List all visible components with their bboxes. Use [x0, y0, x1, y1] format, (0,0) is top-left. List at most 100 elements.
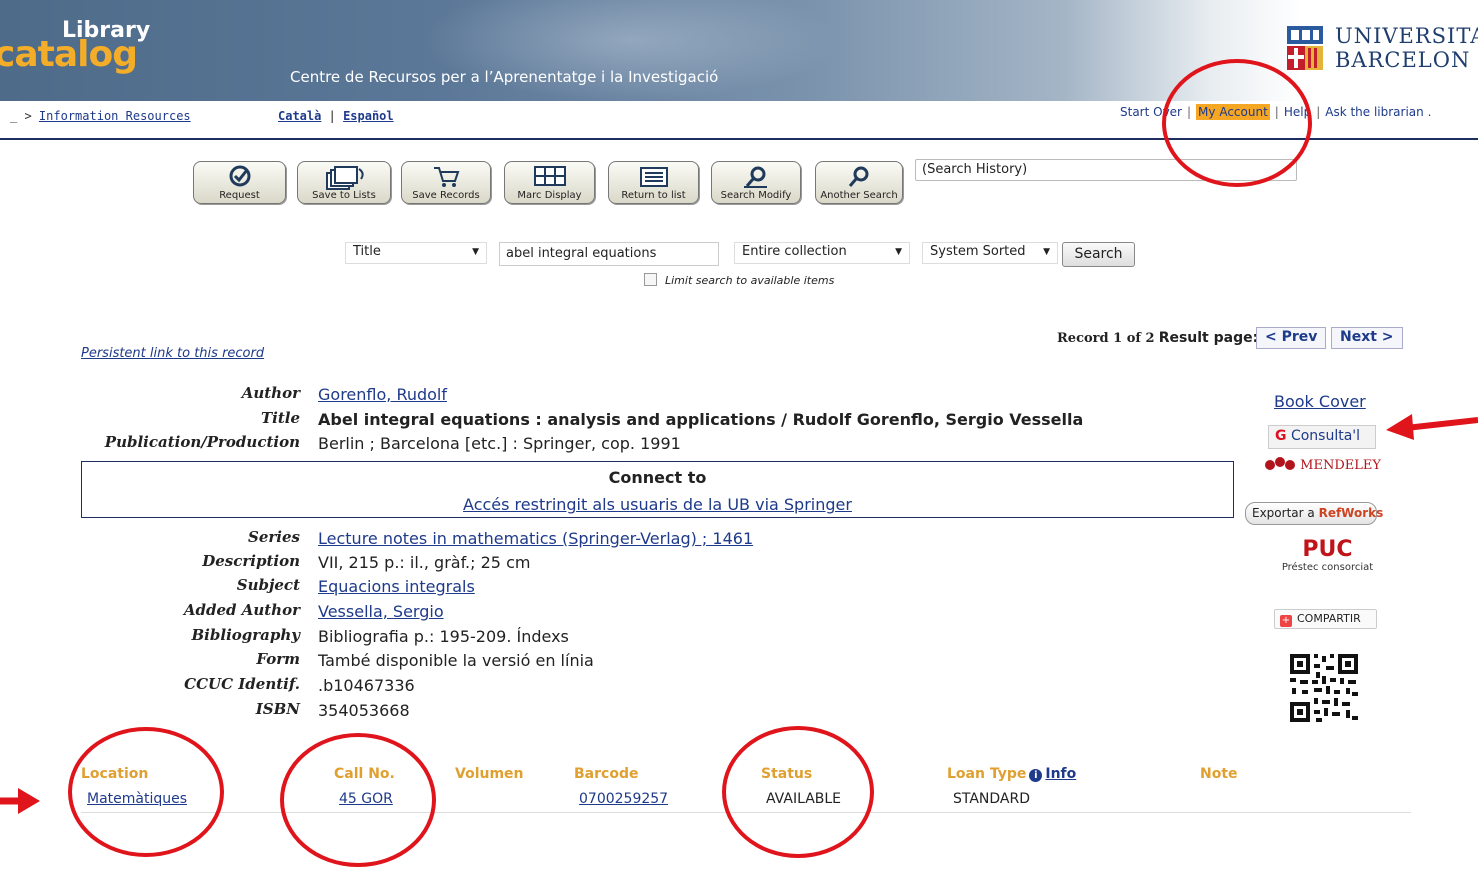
subject-link[interactable]: Equacions integrals [318, 577, 475, 596]
university-name: UNIVERSITAT BARCELON [1335, 24, 1478, 72]
return-to-list-label: Return to list [621, 190, 686, 201]
search-scope-value: Entire collection [742, 244, 847, 259]
dropdown-arrow-icon: ▼ [895, 247, 902, 257]
puc-subtitle: Préstec consorciat [1281, 562, 1374, 573]
added-author-link[interactable]: Vessella, Sergio [318, 602, 444, 621]
save-records-label: Save Records [412, 190, 480, 201]
annotation-circle-location [68, 727, 224, 857]
request-button-label: Request [219, 190, 260, 201]
sort-order-select[interactable]: System Sorted ▼ [922, 242, 1058, 264]
mendeley-button[interactable]: MENDELEY [1264, 457, 1381, 473]
ccuc-value: .b10467336 [318, 676, 415, 695]
save-records-button[interactable]: Save Records [401, 161, 491, 204]
breadcrumb-information-resources-link[interactable]: Information Resources [39, 109, 191, 123]
springer-access-link[interactable]: Accés restringit als usuaris de la UB vi… [82, 495, 1233, 514]
author-label: Author [241, 384, 300, 402]
series-link[interactable]: Lecture notes in mathematics (Springer-V… [318, 529, 753, 548]
return-to-list-button[interactable]: Return to list [608, 161, 699, 204]
prev-button[interactable]: < Prev [1256, 327, 1327, 349]
added-author-label: Added Author [183, 601, 300, 619]
list-view-icon [639, 167, 668, 187]
author-link[interactable]: Gorenflo, Rudolf [318, 385, 447, 404]
next-button[interactable]: Next > [1331, 327, 1403, 349]
university-name-line2: BARCELON [1335, 48, 1471, 72]
description-value: VII, 215 p.: il., gràf.; 25 cm [318, 553, 531, 572]
connect-to-title: Connect to [608, 468, 707, 487]
subject-label: Subject [236, 576, 300, 594]
annotation-circle-my-account [1162, 59, 1312, 187]
holdings-header-barcode: Barcode [574, 766, 639, 782]
connect-to-box: Connect to Accés restringit als usuaris … [81, 461, 1234, 518]
share-button[interactable]: + COMPARTIR [1274, 609, 1377, 629]
request-button[interactable]: Request [193, 161, 286, 204]
annotation-circle-call-no [280, 733, 436, 867]
language-switcher: Català | Español [278, 109, 394, 123]
isbn-value: 354053668 [318, 701, 410, 720]
mendeley-label: MENDELEY [1300, 458, 1381, 473]
magnifier-edit-icon [744, 166, 767, 188]
puc-link[interactable]: PUC Préstec consorciat [1275, 538, 1380, 574]
save-to-lists-button[interactable]: Save to Lists [297, 161, 391, 204]
form-label: Form [256, 650, 300, 668]
plus-icon: + [1280, 615, 1292, 627]
record-title: Abel integral equations : analysis and a… [318, 410, 1084, 429]
holdings-header-note: Note [1200, 766, 1238, 782]
consulta-button[interactable]: G Consulta'l [1268, 425, 1376, 449]
annotation-arrow-consulta [1386, 414, 1478, 440]
grid-table-icon [533, 166, 566, 186]
refworks-label: RefWorks [1318, 506, 1384, 520]
mendeley-logo-icon [1265, 457, 1295, 470]
holdings-header-loan-type: Loan Type i Info [947, 766, 1076, 782]
bibliography-value: Bibliografia p.: 195-209. Índexs [318, 627, 569, 646]
isbn-label: ISBN [255, 700, 300, 718]
search-field-select[interactable]: Title ▼ [345, 242, 487, 264]
ask-librarian-link[interactable]: Ask the librarian . [1325, 105, 1431, 119]
search-modify-button[interactable]: Search Modify [711, 161, 801, 204]
lang-espanol-link[interactable]: Español [343, 109, 394, 123]
search-icon [848, 166, 869, 187]
sort-order-value: System Sorted [930, 244, 1026, 259]
annotation-arrow-location [0, 788, 40, 814]
holding-barcode-link[interactable]: 0700259257 [579, 791, 668, 807]
info-icon[interactable]: i [1029, 769, 1043, 782]
holding-loan-type: STANDARD [953, 791, 1031, 807]
nav-separator: | [1316, 105, 1321, 119]
qr-code-icon [1288, 652, 1360, 724]
title-label: Title [260, 409, 300, 427]
dropdown-arrow-icon: ▼ [472, 247, 479, 257]
search-button[interactable]: Search [1062, 242, 1135, 267]
form-value: També disponible la versió en línia [318, 651, 594, 670]
marc-display-button[interactable]: Marc Display [504, 161, 595, 204]
annotation-circle-status [722, 726, 874, 858]
search-scope-select[interactable]: Entire collection ▼ [734, 242, 910, 264]
logo-catalog-text[interactable]: catalog [0, 34, 138, 75]
publication-label: Publication/Production [104, 433, 300, 451]
search-query-input[interactable]: abel integral equations [499, 242, 719, 266]
record-count-text: Record 1 of 2 [1057, 331, 1155, 346]
banner-subtitle: Centre de Recursos per a l’Aprenentatge … [290, 68, 719, 86]
shopping-cart-icon [434, 167, 460, 187]
search-modify-label: Search Modify [720, 190, 792, 201]
persistent-link[interactable]: Persistent link to this record [81, 346, 264, 361]
limit-available-option: Limit search to available items [644, 273, 834, 287]
limit-available-checkbox[interactable] [644, 273, 657, 286]
publication-value: Berlin ; Barcelona [etc.] : Springer, co… [318, 434, 681, 453]
lang-separator: | [328, 109, 336, 123]
refworks-prefix: Exportar a [1252, 506, 1315, 520]
university-crest-icon[interactable] [1285, 24, 1325, 72]
breadcrumb: _ > Information Resources [10, 109, 191, 123]
ccuc-label: CCUC Identif. [184, 675, 300, 693]
list-stack-icon [326, 166, 364, 190]
another-search-button[interactable]: Another Search [815, 161, 903, 204]
description-label: Description [202, 552, 300, 570]
loan-info-link[interactable]: Info [1045, 766, 1076, 782]
another-search-label: Another Search [820, 190, 898, 201]
refworks-export-button[interactable]: Exportar a RefWorks [1245, 502, 1383, 525]
result-page-label: Result page: [1158, 330, 1259, 346]
limit-available-label: Limit search to available items [665, 274, 835, 287]
consulta-label: Consulta'l [1290, 428, 1361, 444]
record-position: Record 1 of 2 Result page: [1057, 330, 1258, 346]
lang-catala-link[interactable]: Català [278, 109, 321, 123]
book-cover-link[interactable]: Book Cover [1274, 392, 1366, 411]
holdings-header-volumen: Volumen [455, 766, 524, 782]
